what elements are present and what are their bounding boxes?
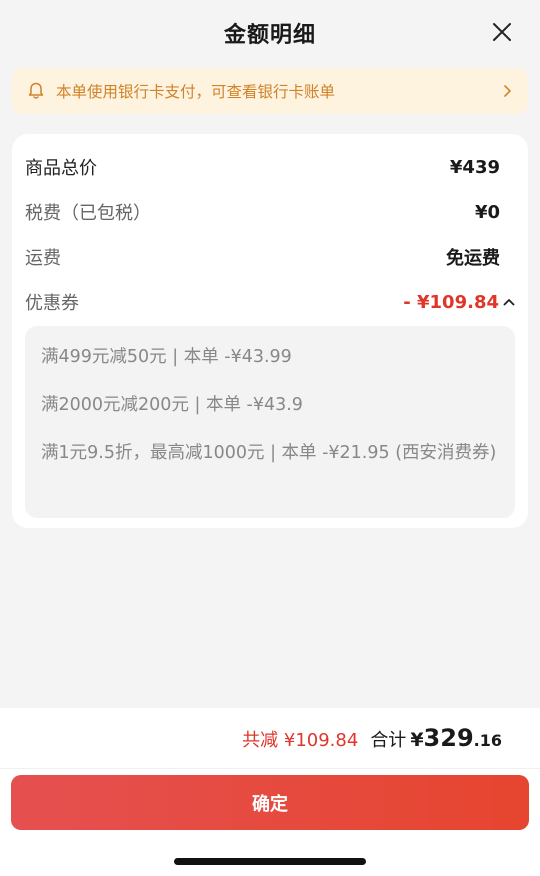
bank-card-notice[interactable]: 本单使用银行卡支付，可查看银行卡账单 (12, 68, 528, 114)
chevron-up-icon[interactable] (502, 295, 516, 309)
chevron-right-icon (500, 84, 514, 98)
coupon-breakdown: 满499元减50元 | 本单 -¥43.99 满2000元减200元 | 本单 … (25, 326, 515, 518)
coupon-value[interactable]: - ¥109.84 (403, 292, 516, 313)
page-title: 金额明细 (223, 23, 316, 48)
bottom-bar: 共减 ¥109.84 合计 ¥ 329 .16 确定 (0, 708, 540, 876)
goods-total-value: ¥439 (449, 156, 500, 178)
total-decimal: .16 (473, 731, 502, 750)
shipping-value: 免运费 (446, 248, 500, 269)
coupon-amount: - ¥109.84 (403, 291, 499, 313)
coupon-label: 优惠券 (25, 293, 79, 314)
total-integer: 329 (423, 724, 474, 752)
shipping-label: 运费 (25, 248, 61, 269)
row-shipping: 运费 免运费 (25, 242, 500, 272)
coupon-item: 满499元减50元 | 本单 -¥43.99 (41, 347, 292, 367)
tax-label: 税费（已包税） (25, 203, 151, 224)
total-currency: ¥ (410, 729, 424, 751)
goods-total-label: 商品总价 (25, 158, 97, 179)
bell-icon (26, 81, 46, 101)
notice-text: 本单使用银行卡支付，可查看银行卡账单 (56, 83, 336, 101)
row-coupon[interactable]: 优惠券 - ¥109.84 (25, 287, 516, 317)
price-summary: 共减 ¥109.84 合计 ¥ 329 .16 (242, 724, 502, 752)
row-goods-total: 商品总价 ¥439 (25, 152, 500, 182)
total-saved: 共减 ¥109.84 (242, 730, 359, 751)
row-tax: 税费（已包税） ¥0 (25, 197, 500, 227)
confirm-button[interactable]: 确定 (11, 775, 529, 830)
tax-value: ¥0 (474, 201, 500, 223)
header: 金额明细 (0, 0, 540, 66)
total-label: 合计 (370, 730, 407, 751)
divider (0, 768, 540, 769)
coupon-item: 满2000元减200元 | 本单 -¥43.9 (41, 395, 303, 415)
amount-details-card: 商品总价 ¥439 税费（已包税） ¥0 运费 免运费 优惠券 - ¥109.8… (12, 134, 528, 528)
coupon-item: 满1元9.5折，最高减1000元 | 本单 -¥21.95 (西安消费券) (41, 443, 497, 463)
close-icon[interactable] (490, 20, 514, 44)
home-indicator[interactable] (174, 858, 366, 865)
